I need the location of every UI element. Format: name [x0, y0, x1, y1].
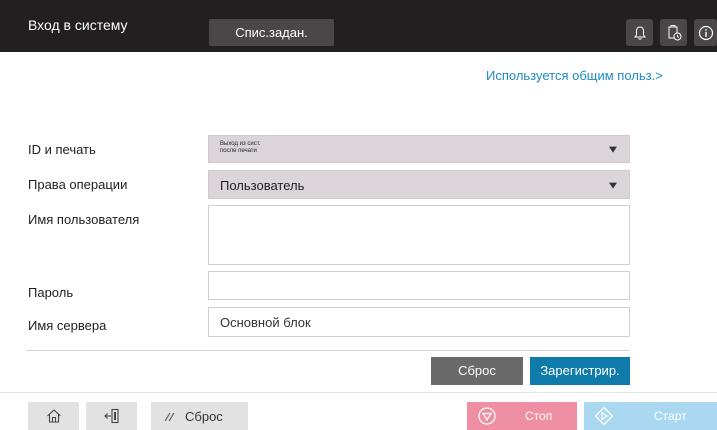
id-print-select[interactable]: Выход из сист. после печати: [208, 135, 630, 163]
info-button[interactable]: [694, 19, 717, 46]
page-title: Вход в систему: [28, 17, 128, 33]
shared-user-link[interactable]: Используется общим польз.>: [486, 68, 663, 83]
start-button[interactable]: Старт: [584, 402, 717, 430]
job-list-button[interactable]: Спис.задан.: [209, 19, 334, 46]
start-label: Старт: [654, 409, 687, 423]
operation-rights-value: Пользователь: [220, 178, 305, 193]
operation-rights-label: Права операции: [28, 177, 128, 192]
job-status-button[interactable]: [660, 19, 687, 46]
logout-icon: [103, 408, 119, 424]
operation-rights-select[interactable]: Пользователь: [208, 170, 630, 199]
dropdown-arrow-icon: [609, 182, 617, 189]
username-input[interactable]: [208, 205, 630, 265]
notification-button[interactable]: [626, 19, 653, 46]
header-bar: Вход в систему Спис.задан.: [0, 0, 717, 52]
dropdown-arrow-icon: [609, 146, 617, 153]
info-icon: [698, 25, 713, 40]
server-name-input[interactable]: Основной блок: [208, 307, 630, 337]
bell-icon: [633, 25, 646, 40]
logout-button[interactable]: [86, 402, 137, 430]
password-label: Пароль: [28, 285, 74, 300]
reset-icon: [164, 412, 175, 422]
start-icon: [594, 406, 614, 426]
reset-button[interactable]: Сброс: [431, 357, 523, 385]
home-icon: [46, 409, 61, 423]
footer-reset-label: Сброс: [185, 408, 223, 424]
password-input[interactable]: [208, 271, 630, 300]
home-button[interactable]: [28, 402, 79, 430]
id-print-label: ID и печать: [28, 142, 96, 157]
register-button[interactable]: Зарегистрир.: [530, 357, 630, 385]
stop-label: Стоп: [525, 409, 553, 423]
stop-button[interactable]: Стоп: [467, 402, 577, 430]
username-label: Имя пользователя: [28, 212, 140, 227]
job-status-icon: [668, 24, 681, 40]
stop-icon: [478, 407, 496, 425]
divider: [26, 350, 630, 351]
server-name-value: Основной блок: [220, 315, 311, 330]
id-print-value: Выход из сист. после печати: [220, 141, 261, 154]
footer-reset-button[interactable]: Сброс: [151, 402, 248, 430]
server-name-label: Имя сервера: [28, 318, 107, 333]
